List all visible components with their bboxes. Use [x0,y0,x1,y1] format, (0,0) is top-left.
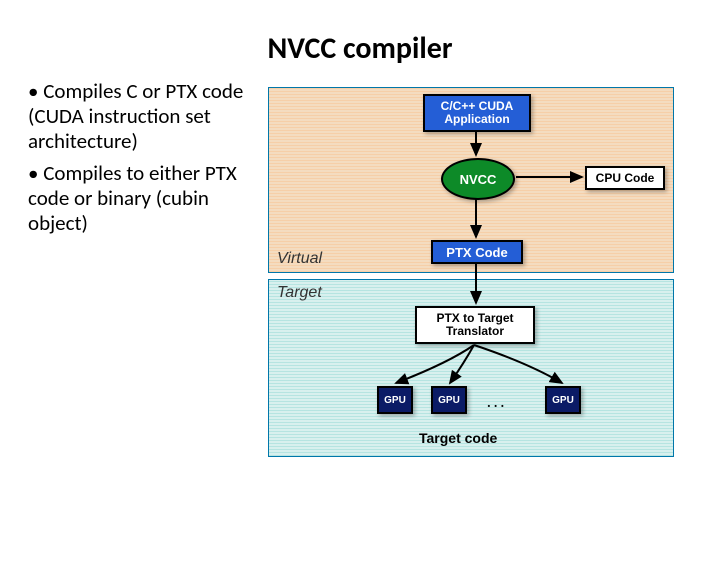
slide-content: • Compiles C or PTX code (CUDA instructi… [0,79,720,242]
cpu-code-box: CPU Code [585,166,665,190]
bullet-text: Compiles to either PTX code or binary (c… [28,160,237,236]
ptx-code-box: PTX Code [431,240,523,264]
target-label: Target [277,284,322,302]
target-code-label: Target code [419,430,497,446]
translator-box: PTX to Target Translator [415,306,535,344]
gpu-box: GPU [431,386,467,414]
gpu-box: GPU [377,386,413,414]
target-zone: Target PTX to Target Translator GPU GPU … [268,279,674,457]
translator-line2: Translator [446,325,504,338]
virtual-label: Virtual [277,250,322,268]
gpu-box: GPU [545,386,581,414]
ellipsis: ... [487,394,507,411]
bullet-list: • Compiles C or PTX code (CUDA instructi… [28,79,268,242]
app-box: C/C++ CUDA Application [423,94,531,132]
bullet-text: Compiles C or PTX code (CUDA instruction… [28,78,243,154]
bullet-item: • Compiles C or PTX code (CUDA instructi… [28,79,258,155]
nvcc-oval: NVCC [441,158,515,200]
bullet-item: • Compiles to either PTX code or binary … [28,161,258,237]
slide-title: NVCC compiler [0,30,720,67]
compiler-diagram: Virtual C/C++ CUDA Application NVCC CPU … [268,79,698,242]
virtual-zone: Virtual C/C++ CUDA Application NVCC CPU … [268,87,674,273]
app-line2: Application [444,113,509,126]
